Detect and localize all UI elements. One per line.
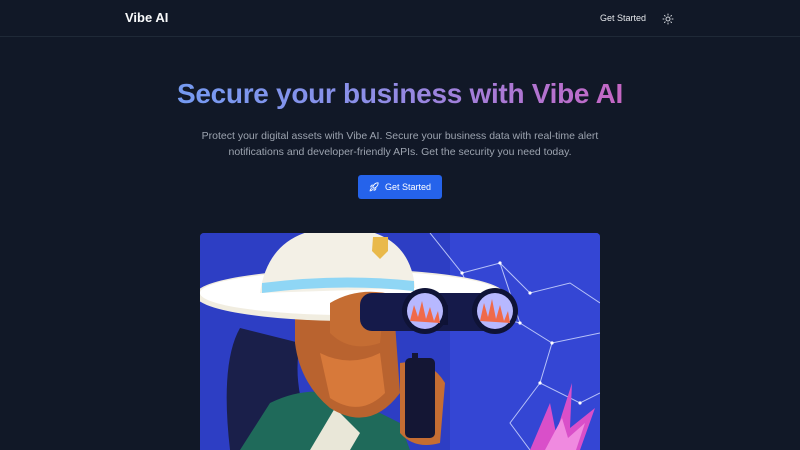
hero-illustration [200, 233, 600, 450]
get-started-button-label: Get Started [384, 182, 432, 192]
brand-logo[interactable]: Vibe AI [125, 10, 168, 25]
get-started-button[interactable]: Get Started [358, 175, 442, 199]
nav-get-started-link[interactable]: Get Started [600, 13, 646, 23]
sun-icon [662, 13, 674, 25]
hero-title: Secure your business with Vibe AI [0, 78, 800, 110]
person-with-binoculars-illustration [200, 233, 600, 450]
hero-description: Protect your digital assets with Vibe AI… [201, 130, 599, 158]
theme-toggle-button[interactable] [660, 11, 676, 27]
rocket-icon [369, 182, 379, 192]
top-navigation: Vibe AI Get Started [0, 0, 800, 37]
